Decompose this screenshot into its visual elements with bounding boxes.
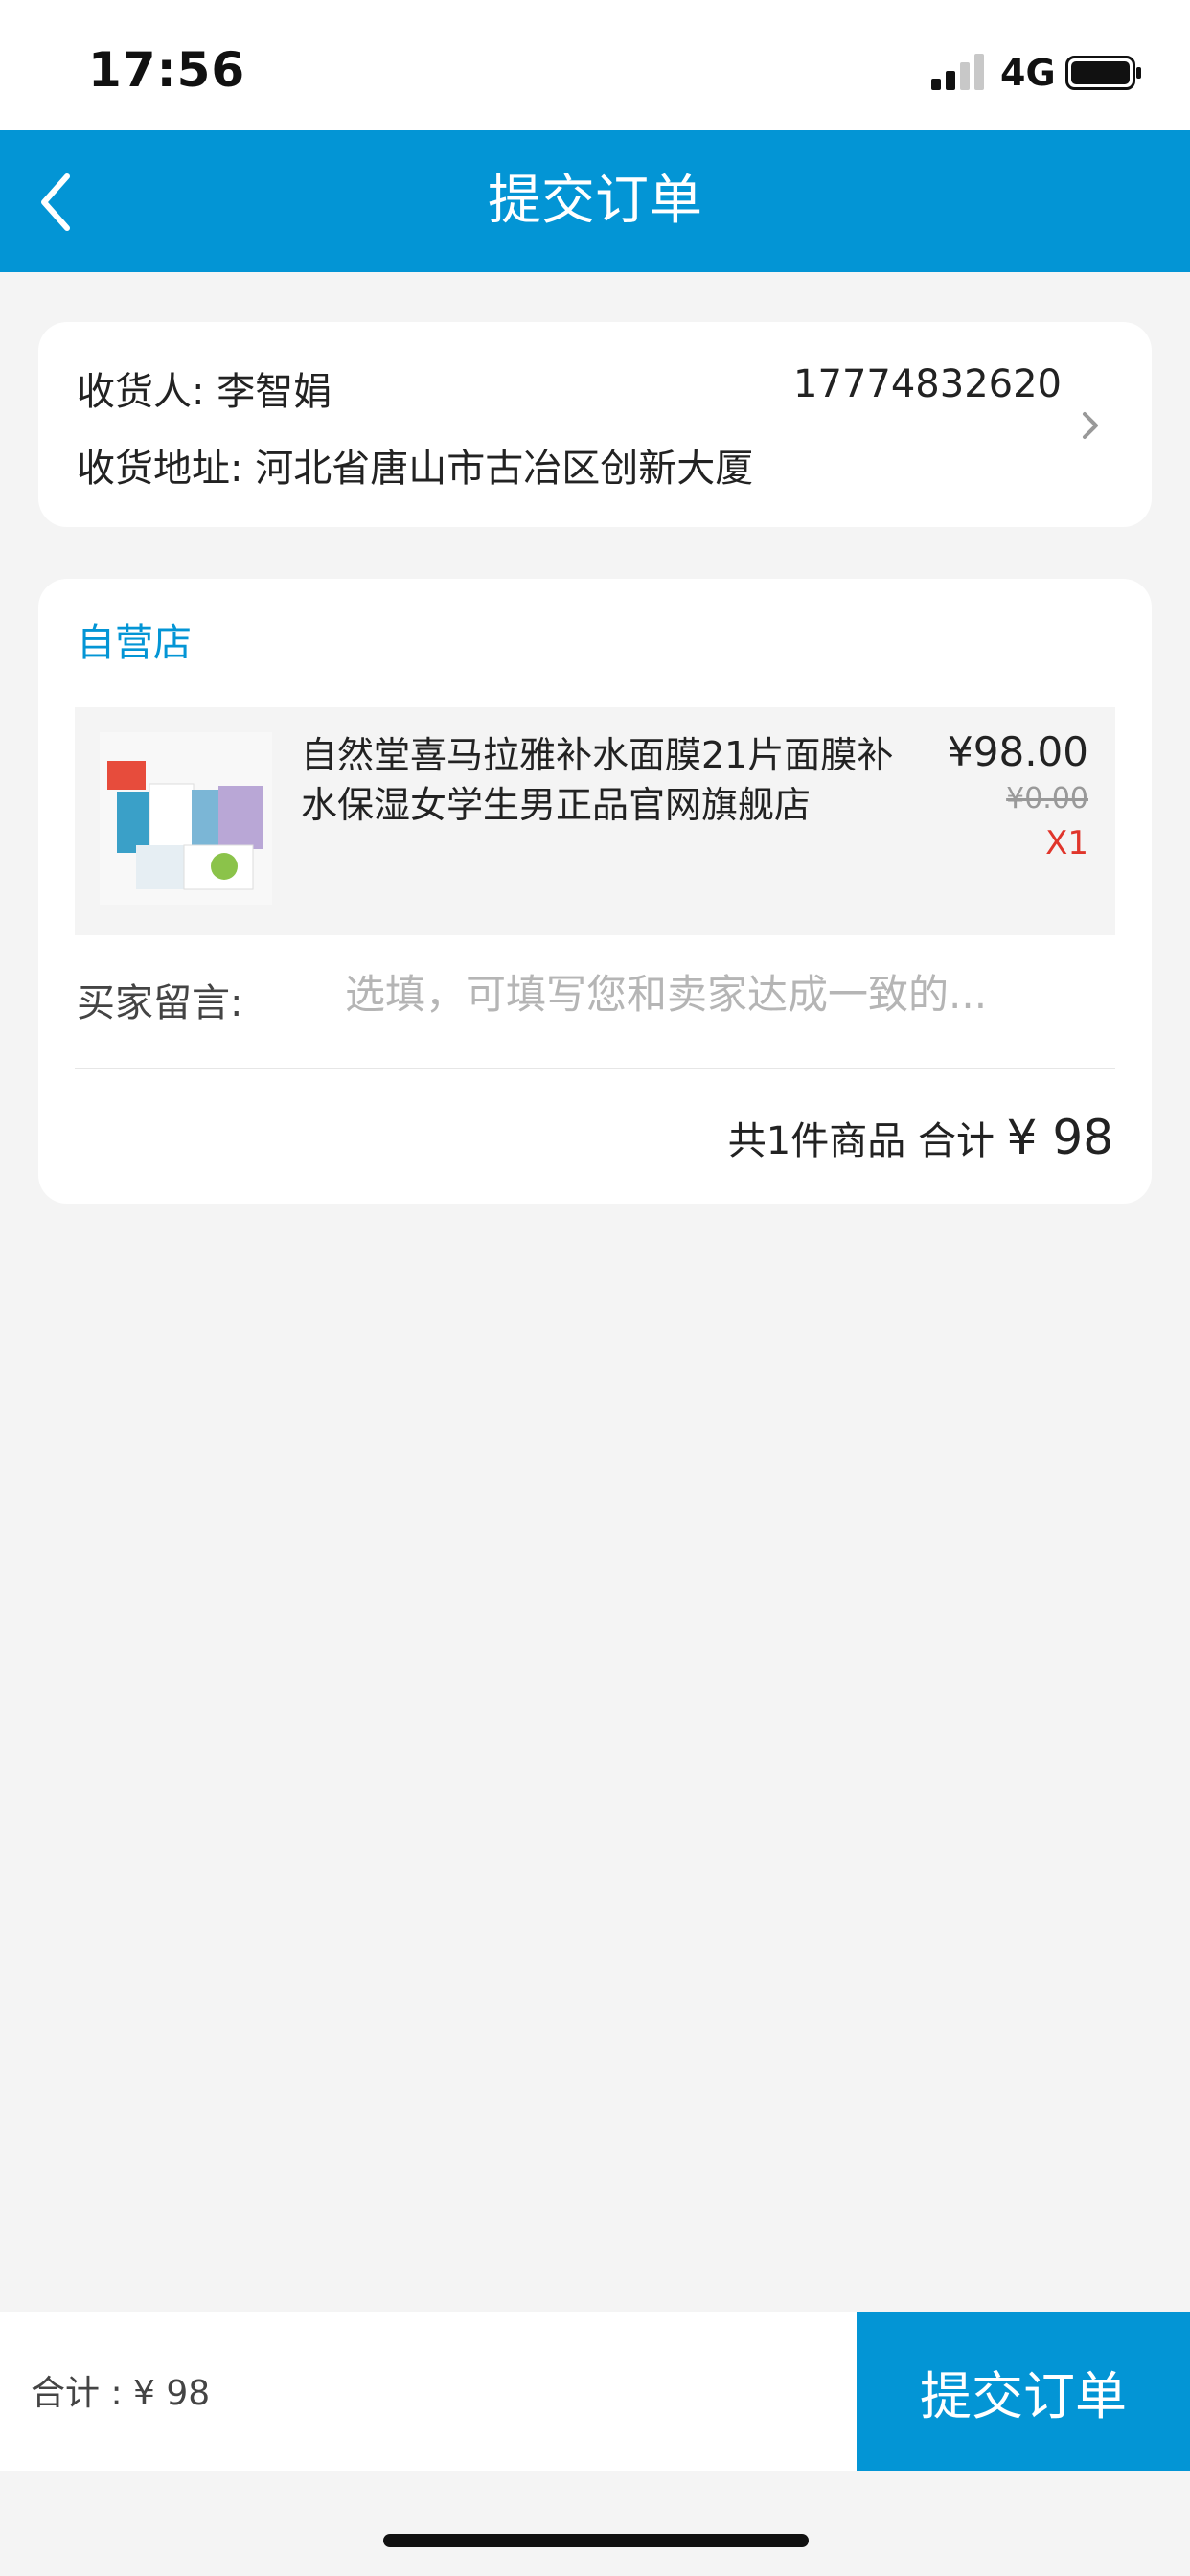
status-bar: 17:56 4G [0,0,1190,130]
network-label: 4G [1000,52,1056,94]
buyer-message-label: 买家留言: [77,981,243,1025]
battery-icon [1065,56,1141,90]
bottom-total: 合计 : ¥ 98 [31,2374,211,2413]
divider [75,1068,1115,1070]
chevron-right-icon [1083,412,1098,439]
address-card[interactable]: 收货人: 李智娟 17774832620 收货地址: 河北省唐山市古冶区创新大厦 [38,322,1152,527]
product-name: 自然堂喜马拉雅补水面膜21片面膜补水保湿女学生男正品官网旗舰店 [301,734,894,826]
signal-icon [931,54,984,90]
receiver-name: 李智娟 [217,370,332,414]
product-original-price: ¥0.00 [1006,782,1088,816]
status-time: 17:56 [88,42,246,98]
nav-bar: 提交订单 [0,130,1190,272]
product-item[interactable]: 自然堂喜马拉雅补水面膜21片面膜补水保湿女学生男正品官网旗舰店 ¥98.00 ¥… [75,707,1115,935]
receiver-row: 收货人: 李智娟 [77,360,332,416]
address-text: 河北省唐山市古冶区创新大厦 [255,447,754,491]
order-summary: 共1件商品 合计 ¥ 98 [728,1110,1113,1165]
address-label: 收货地址: [77,447,243,491]
buyer-message-input[interactable] [345,960,1111,1027]
store-name[interactable]: 自营店 [77,611,192,667]
product-image [100,732,272,905]
submit-order-button[interactable]: 提交订单 [857,2312,1190,2471]
product-quantity: X1 [1045,824,1088,862]
home-indicator[interactable] [383,2534,809,2547]
summary-total: ¥ 98 [1006,1110,1113,1165]
order-card: 自营店 自然堂喜马拉雅补水面膜21片面膜补水保湿女学生男正品官网旗舰店 ¥98.… [38,579,1152,1204]
page-title: 提交订单 [488,170,702,232]
bottom-bar: 合计 : ¥ 98 提交订单 [0,2312,1190,2471]
product-price: ¥98.00 [948,728,1088,775]
summary-total-label: 合计 [917,1119,995,1163]
receiver-phone: 17774832620 [793,362,1062,406]
address-row: 收货地址: 河北省唐山市古冶区创新大厦 [77,437,753,493]
receiver-label: 收货人: [77,370,205,414]
back-icon[interactable] [34,169,77,236]
summary-count: 共1件商品 [727,1119,906,1163]
